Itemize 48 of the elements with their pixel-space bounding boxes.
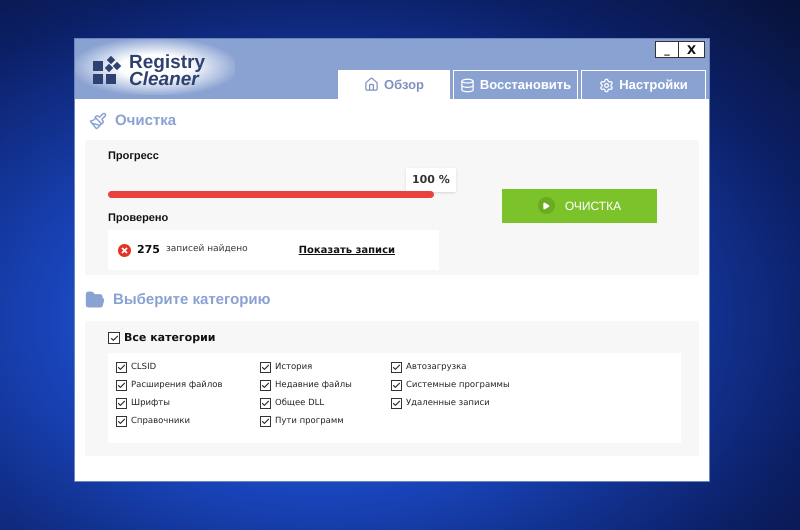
category-label: Автозагрузка: [406, 361, 466, 374]
minimize-button[interactable]: _: [655, 41, 679, 58]
found-text: записей найдено: [166, 243, 248, 256]
folder-icon: [85, 290, 105, 310]
category-label: Справочники: [131, 415, 190, 428]
checkbox[interactable]: [260, 362, 271, 373]
all-categories-label: Все категории: [124, 330, 216, 346]
error-icon: [118, 244, 131, 256]
checkbox[interactable]: [108, 332, 120, 344]
section-title: Выберите категорию: [113, 290, 270, 310]
checkbox[interactable]: [116, 362, 127, 373]
checkbox[interactable]: [260, 380, 271, 391]
checkbox[interactable]: [260, 398, 271, 409]
close-button[interactable]: X: [679, 41, 705, 58]
progress-label: Прогресс: [108, 149, 160, 164]
checkbox[interactable]: [391, 362, 402, 373]
play-icon: [538, 197, 555, 214]
tab[interactable]: Восстановить: [453, 70, 578, 99]
progress-reading: 100 %: [406, 168, 456, 192]
category-label: Шрифты: [131, 397, 170, 410]
clean-button[interactable]: ОЧИСТКА: [502, 188, 657, 222]
category-label: Удаленные записи: [406, 397, 490, 410]
section-title: Очистка: [115, 110, 176, 131]
logo-subtitle: Cleaner: [129, 71, 200, 88]
checkbox[interactable]: [391, 380, 402, 391]
checkbox[interactable]: [391, 398, 402, 409]
brush-icon: [89, 112, 107, 130]
checkbox[interactable]: [116, 380, 127, 391]
category-label: Пути программ: [275, 415, 344, 428]
found-count: 275: [137, 242, 160, 258]
category-label: История: [275, 361, 312, 374]
checkbox[interactable]: [116, 416, 127, 427]
category-label: Расширения файлов: [131, 379, 222, 392]
checked-label: Проверено: [108, 210, 170, 226]
category-label: Системные программы: [406, 379, 510, 392]
show-records-link[interactable]: Показать записи: [298, 242, 395, 258]
database-icon: [460, 78, 475, 92]
category-label: Недавние файлы: [275, 379, 352, 392]
category-label: CLSID: [131, 361, 156, 374]
tab[interactable]: Настройки: [581, 70, 706, 99]
checkbox[interactable]: [116, 398, 127, 409]
tab[interactable]: Обзор: [338, 70, 450, 99]
home-icon: [364, 77, 379, 92]
logo-icon: [93, 56, 123, 86]
checkbox[interactable]: [260, 416, 271, 427]
category-label: Общее DLL: [275, 397, 324, 410]
logo-title: Registry: [129, 54, 206, 71]
settings-icon: [599, 78, 614, 92]
